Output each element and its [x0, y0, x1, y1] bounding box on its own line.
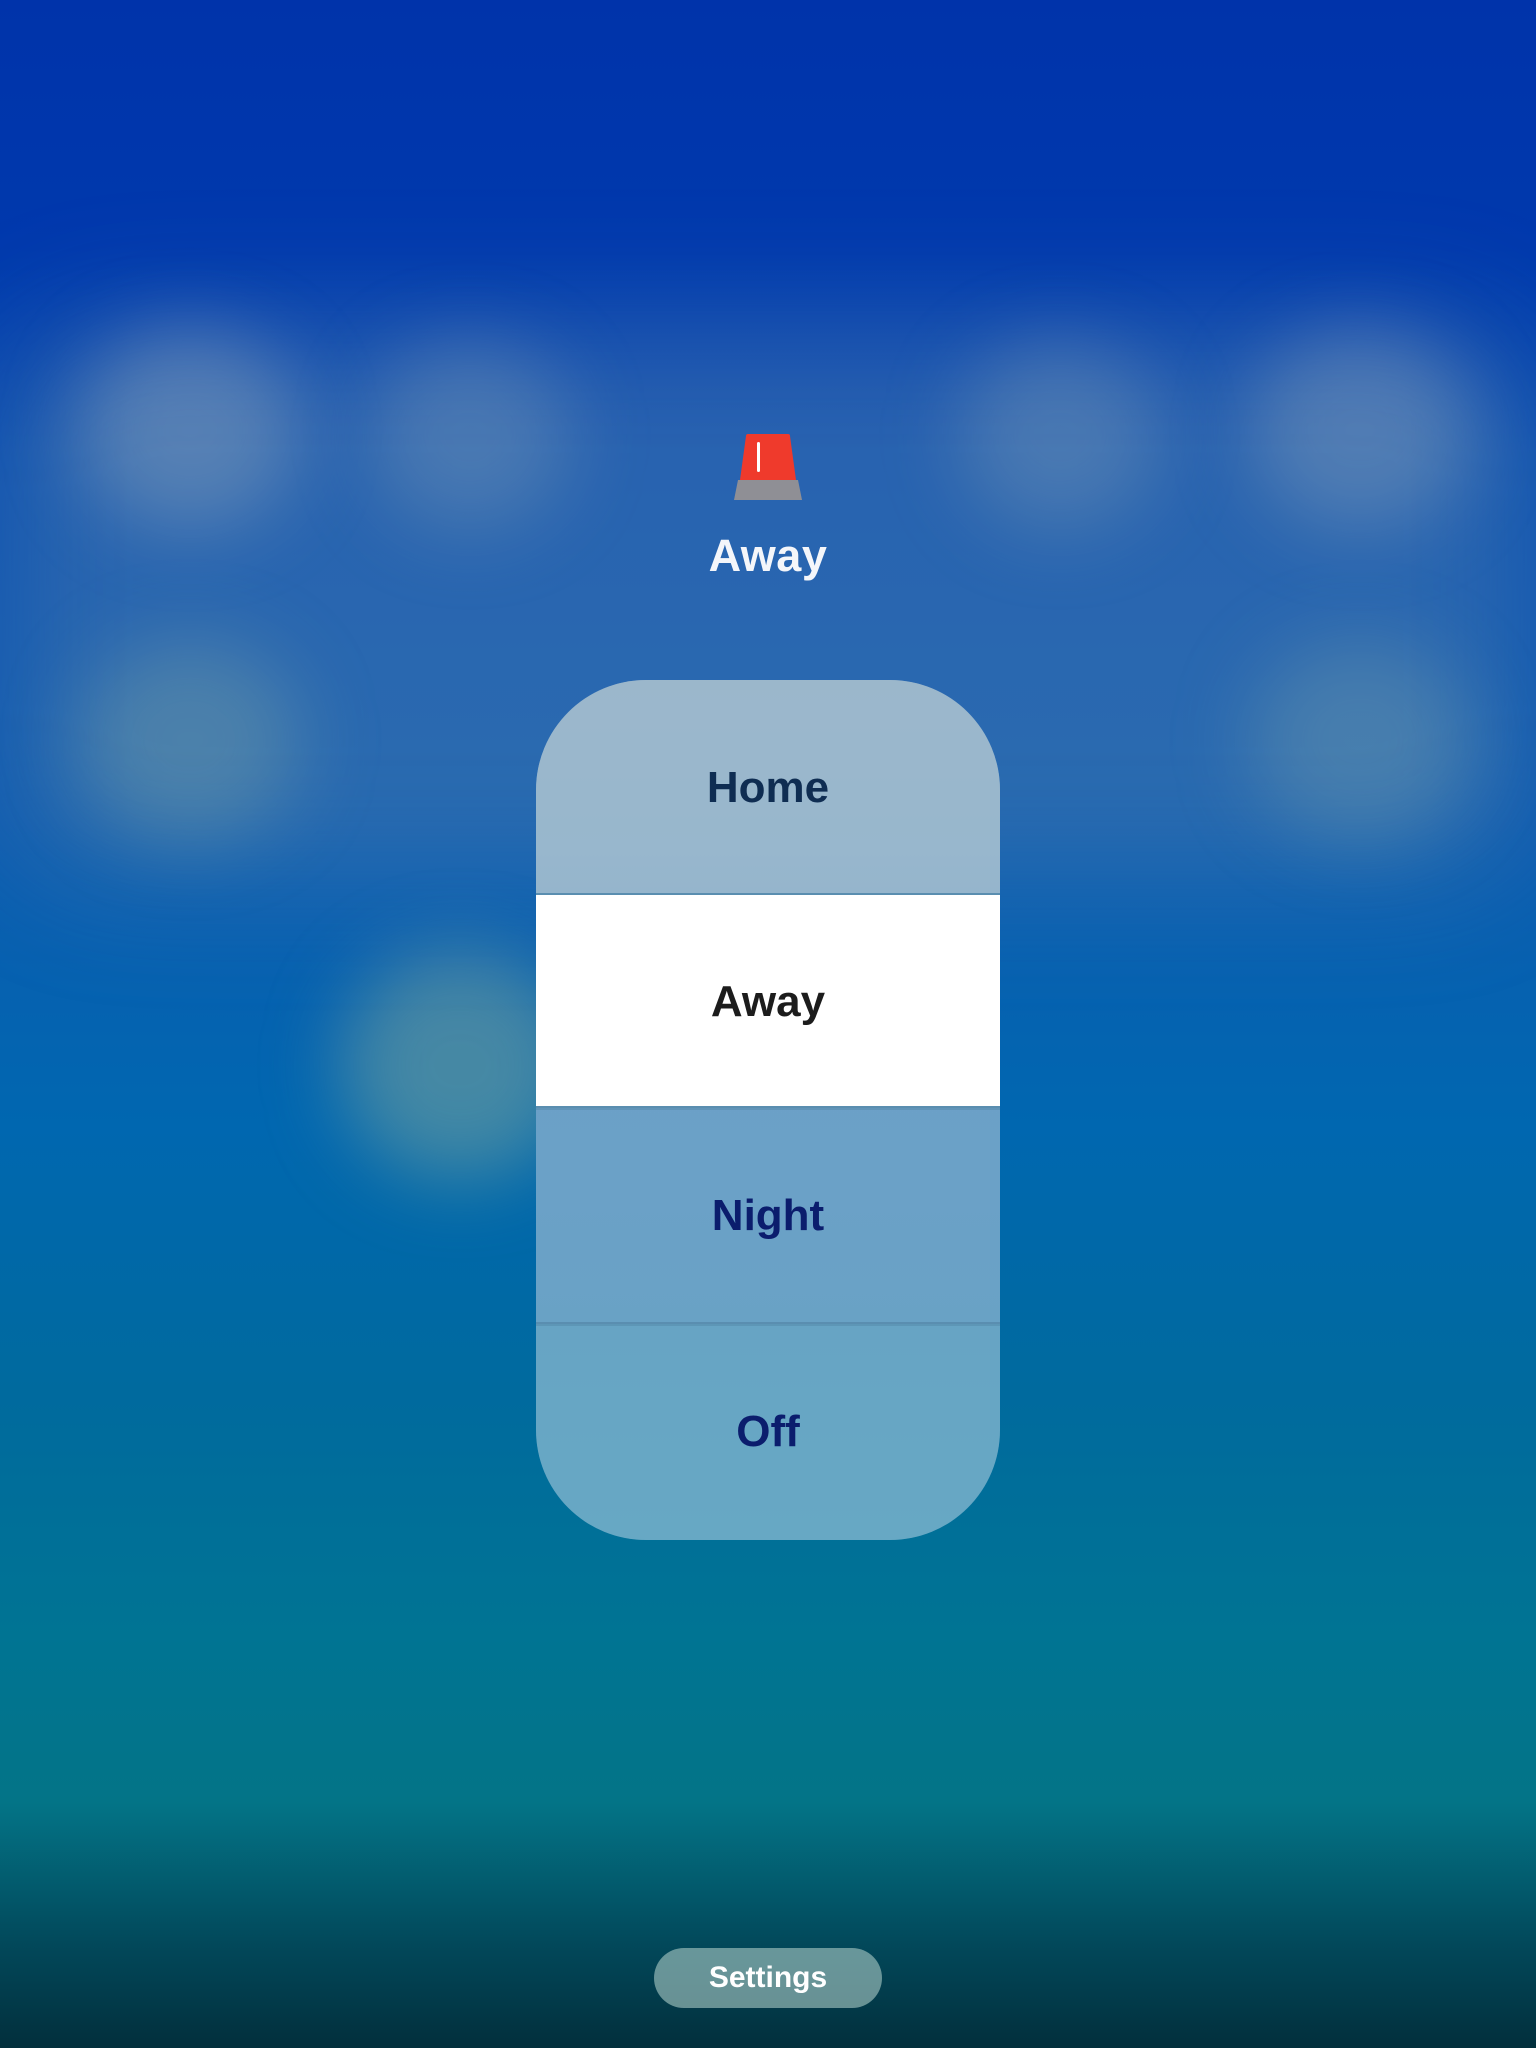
mode-option-label: Away	[710, 976, 826, 1026]
mode-option-home[interactable]: Home	[536, 680, 1000, 895]
mode-option-label: Home	[706, 762, 830, 812]
security-mode-selector: Home Away Night Off	[536, 680, 1000, 1540]
mode-option-off[interactable]: Off	[536, 1324, 1000, 1540]
mode-option-label: Night	[711, 1191, 825, 1240]
mode-option-label: Off	[736, 1407, 800, 1456]
mode-option-away[interactable]: Away	[536, 895, 1000, 1108]
mode-option-night[interactable]: Night	[536, 1108, 1000, 1324]
settings-button[interactable]: Settings	[654, 1948, 882, 2008]
current-mode-title: Away	[708, 530, 828, 581]
alarm-siren-icon	[730, 432, 806, 504]
